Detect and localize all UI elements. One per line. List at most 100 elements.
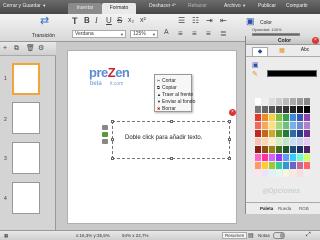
resize-handle[interactable] xyxy=(170,120,173,123)
close-icon[interactable]: × xyxy=(312,37,319,44)
color-swatch[interactable] xyxy=(262,146,268,153)
color-swatch[interactable] xyxy=(304,114,310,121)
slide-thumbnail[interactable] xyxy=(12,142,40,174)
color-swatch[interactable] xyxy=(304,146,310,153)
color-swatch[interactable] xyxy=(255,170,261,177)
publish-button[interactable]: Publicar xyxy=(258,3,276,9)
color-swatch[interactable] xyxy=(276,98,282,105)
color-swatch[interactable] xyxy=(297,138,303,145)
color-swatch[interactable] xyxy=(262,114,268,121)
color-swatch[interactable] xyxy=(297,98,303,105)
share-button[interactable]: Compartir xyxy=(286,3,308,9)
color-swatch[interactable] xyxy=(262,130,268,137)
add-slide-icon[interactable]: + xyxy=(3,45,7,53)
color-swatch[interactable] xyxy=(255,106,261,113)
color-swatch[interactable] xyxy=(276,114,282,121)
color-swatch[interactable] xyxy=(255,130,261,137)
align-center-icon[interactable]: ≡ xyxy=(192,30,197,38)
zoom-select[interactable]: 125% ▼ xyxy=(130,30,158,38)
color-swatch[interactable] xyxy=(262,98,268,105)
color-swatch[interactable] xyxy=(262,154,268,161)
superscript-icon[interactable]: x² xyxy=(140,17,146,25)
color-swatch[interactable] xyxy=(290,154,296,161)
close-icon[interactable]: × xyxy=(229,109,236,116)
color-swatch[interactable] xyxy=(262,106,268,113)
slide-thumbnail[interactable] xyxy=(12,102,40,134)
edit-element-icon[interactable] xyxy=(102,125,108,130)
color-swatch[interactable] xyxy=(255,162,261,169)
notes-toggle[interactable] xyxy=(273,232,285,239)
color-swatch[interactable] xyxy=(255,138,261,145)
strikethrough-icon[interactable]: S xyxy=(117,17,122,25)
color-swatch[interactable] xyxy=(269,138,275,145)
color-swatch[interactable] xyxy=(283,154,289,161)
color-swatch[interactable] xyxy=(276,162,282,169)
color-swatch[interactable] xyxy=(297,122,303,129)
color-swatch[interactable] xyxy=(276,146,282,153)
subscript-icon[interactable]: x₂ xyxy=(128,17,134,25)
color-swatch[interactable] xyxy=(276,122,282,129)
color-swatch[interactable] xyxy=(297,170,303,177)
color-swatch[interactable] xyxy=(276,130,282,137)
redo-button[interactable]: Rehacer xyxy=(188,3,207,9)
text-box[interactable]: Doble click para añadir texto. xyxy=(112,121,230,159)
color-picker-icon[interactable]: ▣ xyxy=(246,17,255,26)
tab-fill-color[interactable]: ◆ xyxy=(252,47,268,56)
slide-canvas[interactable]: preZen beta it.com ✂ Cortar ⧉ Copiar ▲Trae… xyxy=(67,50,237,224)
color-swatch[interactable] xyxy=(297,154,303,161)
color-swatch[interactable] xyxy=(283,114,289,121)
color-swatch[interactable] xyxy=(290,138,296,145)
fullscreen-icon[interactable]: ⤢ xyxy=(306,232,311,239)
color-swatch[interactable] xyxy=(283,98,289,105)
summary-icon[interactable]: ▤ xyxy=(248,232,254,239)
color-swatch[interactable] xyxy=(283,130,289,137)
transition-icon[interactable]: ⇄ xyxy=(40,16,49,27)
color-swatch[interactable] xyxy=(304,138,310,145)
color-swatch[interactable] xyxy=(304,170,310,177)
color-swatch[interactable] xyxy=(276,106,282,113)
tab-rgb[interactable]: RGB xyxy=(299,206,309,211)
align-right-icon[interactable]: ≡ xyxy=(206,30,211,38)
menu-item-bring-front[interactable]: ▲Traer al frente xyxy=(157,92,193,98)
files-menu[interactable]: Archivo ▼ xyxy=(224,3,246,9)
resize-handle[interactable] xyxy=(228,120,231,123)
color-swatch[interactable] xyxy=(262,138,268,145)
italic-icon[interactable]: I xyxy=(95,17,98,25)
color-swatch[interactable] xyxy=(269,130,275,137)
resize-handle[interactable] xyxy=(111,157,114,160)
color-swatch[interactable] xyxy=(269,162,275,169)
grid-icon[interactable]: ▦ xyxy=(4,233,8,239)
menu-item-cut[interactable]: ✂ Cortar xyxy=(157,78,176,84)
color-swatch[interactable] xyxy=(262,122,268,129)
color-swatch[interactable] xyxy=(304,162,310,169)
menu-item-delete[interactable]: ✖ Borrar xyxy=(157,106,176,112)
slide-thumbnail[interactable] xyxy=(12,182,40,214)
tab-text-color[interactable]: Abc xyxy=(296,47,314,56)
color-swatch[interactable] xyxy=(304,106,310,113)
color-swatch[interactable] xyxy=(262,170,268,177)
underline-icon[interactable]: U xyxy=(106,17,112,25)
bold-icon[interactable]: B xyxy=(84,17,90,25)
color-swatch[interactable] xyxy=(304,122,310,129)
color-swatch[interactable] xyxy=(283,122,289,129)
color-swatch[interactable] xyxy=(269,154,275,161)
text-format-icon[interactable]: T xyxy=(72,17,78,26)
color-swatch[interactable] xyxy=(262,162,268,169)
summary-button[interactable]: Resumen xyxy=(222,232,248,239)
align-left-icon[interactable]: ≡ xyxy=(178,30,183,38)
resize-handle[interactable] xyxy=(170,157,173,160)
tab-insertar[interactable]: Insertar xyxy=(68,3,102,14)
resize-handle[interactable] xyxy=(111,138,114,141)
indent-icon[interactable]: ⇥ xyxy=(206,17,213,25)
color-swatch[interactable] xyxy=(297,114,303,121)
pencil-icon[interactable]: ✎ xyxy=(252,70,259,79)
color-swatch[interactable] xyxy=(297,146,303,153)
color-swatch[interactable] xyxy=(304,130,310,137)
color-swatch[interactable] xyxy=(269,146,275,153)
font-family-select[interactable]: Verdana ▼ xyxy=(72,30,126,38)
justify-icon[interactable]: ≣ xyxy=(220,30,227,38)
color-swatch[interactable] xyxy=(290,106,296,113)
color-swatch[interactable] xyxy=(290,162,296,169)
color-swatch[interactable] xyxy=(290,98,296,105)
tab-formato[interactable]: Formato xyxy=(102,3,136,14)
